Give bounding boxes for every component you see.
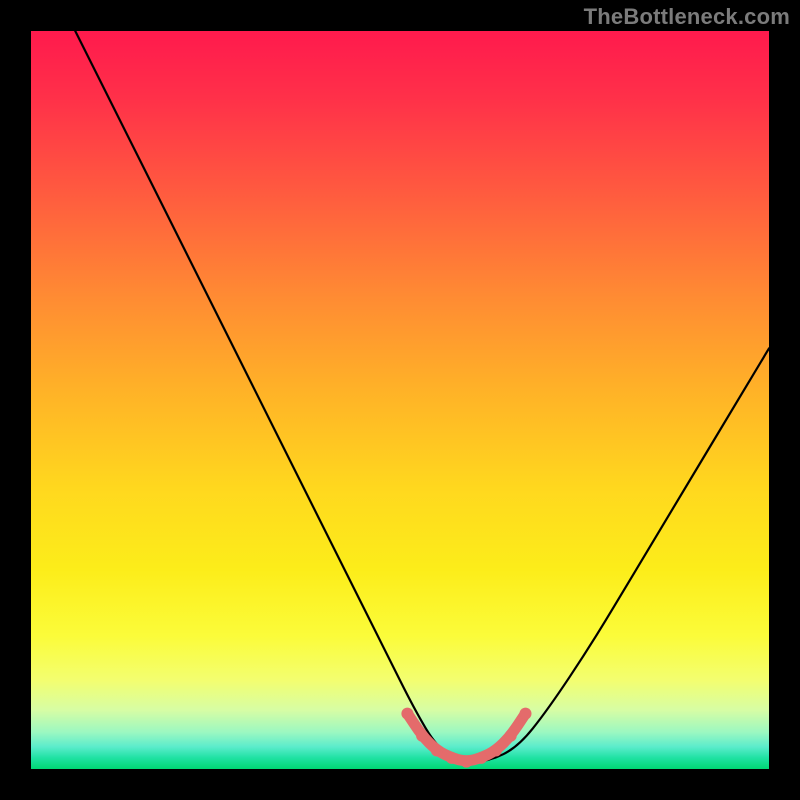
valley-highlight xyxy=(31,31,769,769)
plot-area xyxy=(31,31,769,769)
chart-stage: TheBottleneck.com xyxy=(0,0,800,800)
watermark-text: TheBottleneck.com xyxy=(584,4,790,30)
